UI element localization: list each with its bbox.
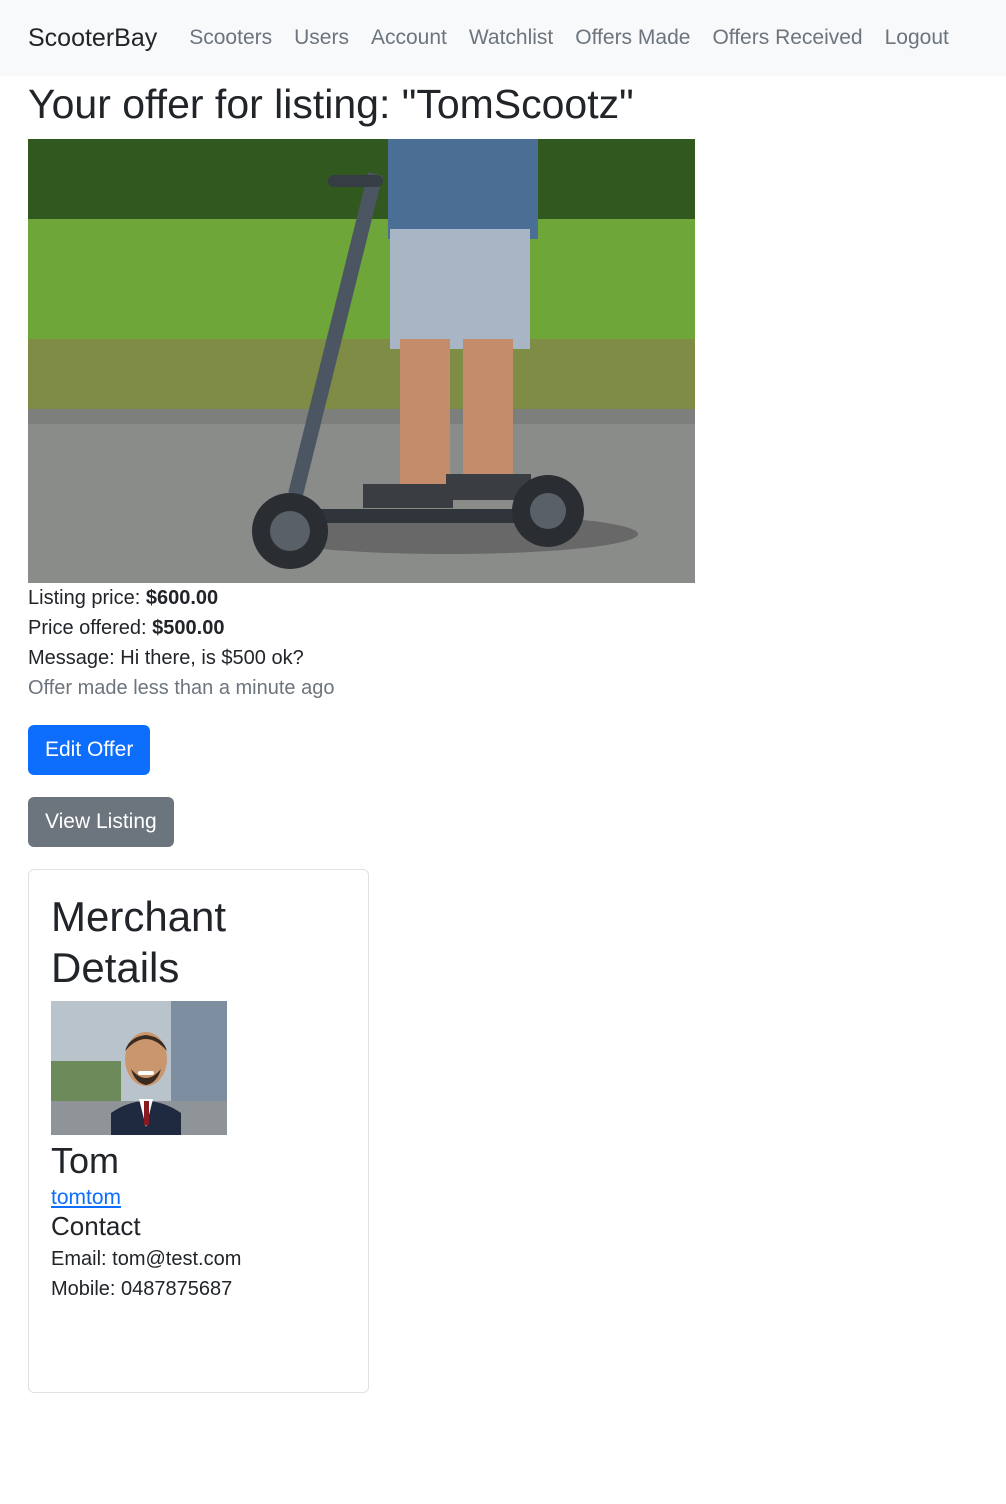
- main-content: Your offer for listing: "TomScootz" List…: [0, 80, 1006, 1394]
- listing-price-row: Listing price: $600.00: [28, 583, 978, 613]
- brand-link[interactable]: ScooterBay: [28, 24, 157, 53]
- message-text: Hi there, is $500 ok?: [120, 647, 304, 670]
- merchant-name: Tom: [51, 1139, 120, 1181]
- view-listing-button[interactable]: View Listing: [28, 797, 174, 848]
- contact-heading: Contact: [51, 1211, 141, 1242]
- listing-price-label: Listing price:: [28, 587, 141, 610]
- nav-link-users[interactable]: Users: [294, 26, 349, 50]
- nav-link-logout[interactable]: Logout: [885, 26, 949, 50]
- nav-link-watchlist[interactable]: Watchlist: [469, 26, 553, 50]
- message-label: Message:: [28, 647, 115, 670]
- nav-links: Scooters Users Account Watchlist Offers …: [189, 26, 949, 50]
- view-listing-wrap: View Listing: [28, 797, 978, 848]
- email-row: Email: tom@test.com: [51, 1244, 346, 1274]
- edit-offer-wrap: Edit Offer: [28, 725, 978, 776]
- price-offered-value: $500.00: [152, 617, 225, 640]
- merchant-heading: Merchant Details: [51, 893, 227, 991]
- nav-link-offers-received[interactable]: Offers Received: [712, 26, 862, 50]
- nav-link-account[interactable]: Account: [371, 26, 447, 50]
- nav-link-scooters[interactable]: Scooters: [189, 26, 272, 50]
- page-title: Your offer for listing: "TomScootz": [28, 81, 634, 127]
- listing-image: [28, 139, 695, 584]
- avatar-photo: [51, 1000, 227, 1135]
- offer-timestamp: Offer made less than a minute ago: [28, 677, 335, 700]
- message-row: Message: Hi there, is $500 ok?: [28, 643, 978, 673]
- nav-link-offers-made[interactable]: Offers Made: [575, 26, 690, 50]
- price-offered-label: Price offered:: [28, 617, 147, 640]
- merchant-avatar: [51, 1000, 227, 1135]
- navbar: ScooterBay Scooters Users Account Watchl…: [0, 0, 1006, 76]
- scooter-photo: [28, 139, 695, 584]
- merchant-username-link[interactable]: tomtom: [51, 1186, 121, 1210]
- mobile-row: Mobile: 0487875687: [51, 1274, 346, 1304]
- email-value: tom@test.com: [112, 1247, 242, 1270]
- edit-offer-button[interactable]: Edit Offer: [28, 725, 151, 776]
- price-offered-row: Price offered: $500.00: [28, 613, 978, 643]
- listing-price-value: $600.00: [145, 587, 219, 610]
- merchant-card: Merchant Details Tom tomtom Contact Emai…: [28, 869, 369, 1394]
- mobile-value: 0487875687: [121, 1277, 233, 1300]
- email-label: Email:: [51, 1247, 107, 1270]
- mobile-label: Mobile:: [51, 1277, 116, 1300]
